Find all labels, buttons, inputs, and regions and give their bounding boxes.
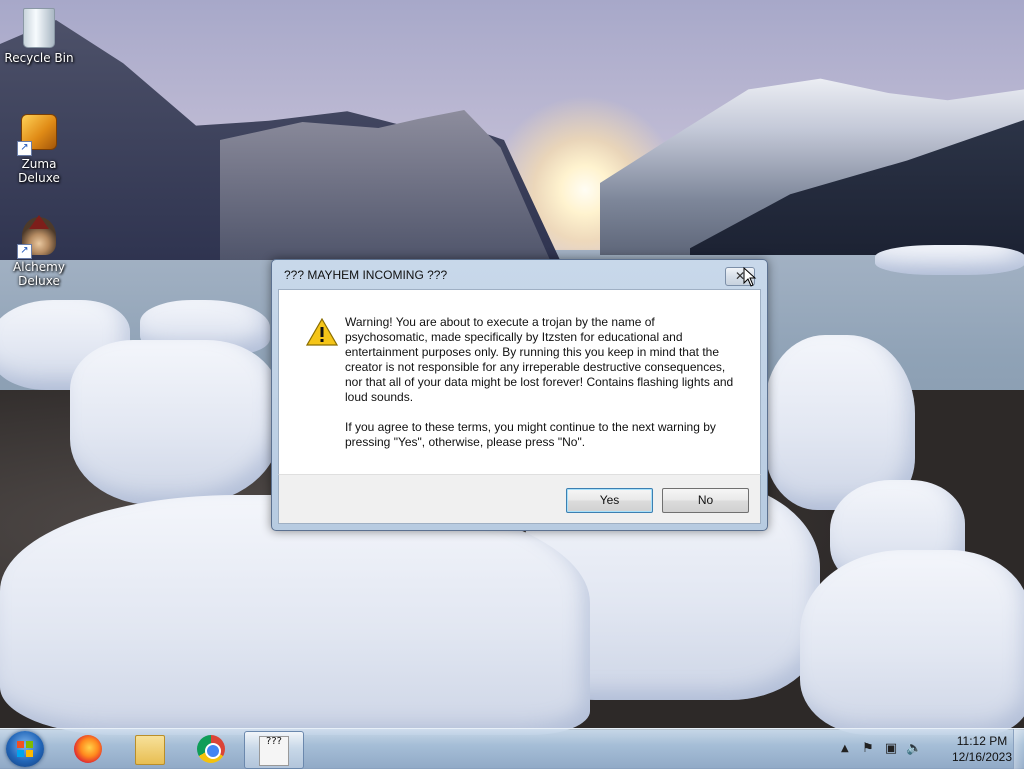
firefox-icon — [74, 735, 102, 763]
desktop-icon-label: Recycle Bin — [4, 51, 74, 65]
dialog-message: Warning! You are about to execute a troj… — [345, 315, 737, 465]
clock-date: 12/16/2023 — [951, 750, 1013, 764]
network-icon[interactable]: ▣ — [883, 741, 899, 757]
ice-floe — [70, 340, 280, 505]
zuma-deluxe-icon: ↗ — [17, 114, 59, 156]
start-button[interactable] — [6, 731, 44, 767]
volume-icon[interactable]: 🔈 — [906, 741, 922, 757]
desktop-icon-recycle-bin[interactable]: Recycle Bin — [1, 8, 77, 65]
desktop-icon-zuma-deluxe[interactable]: ↗ Zuma Deluxe — [1, 111, 77, 185]
warning-icon — [306, 318, 338, 346]
windows-logo-icon — [17, 741, 33, 757]
dialog-message-paragraph: Warning! You are about to execute a troj… — [345, 315, 734, 404]
taskbar-clock[interactable]: 11:12 PM 12/16/2023 — [948, 733, 1016, 765]
recycle-bin-icon — [19, 8, 59, 48]
desktop-icon-label: Alchemy Deluxe — [13, 260, 65, 288]
clock-time: 11:12 PM — [956, 734, 1008, 748]
dialog-button-bar: Yes No — [278, 474, 761, 524]
show-hidden-icons-icon[interactable]: ▲ — [841, 743, 849, 754]
ice-floe — [800, 550, 1024, 735]
shortcut-arrow-icon: ↗ — [17, 141, 32, 156]
show-desktop-button[interactable] — [1013, 729, 1024, 769]
alchemy-deluxe-icon: ↗ — [17, 215, 59, 259]
taskbar-mayhem-app[interactable]: ??? — [244, 731, 304, 769]
ice-floe — [0, 495, 590, 735]
mayhem-app-icon: ??? — [259, 736, 289, 766]
dialog-title: ??? MAYHEM INCOMING ??? — [284, 268, 448, 282]
file-explorer-icon — [135, 735, 165, 765]
taskbar-chrome[interactable] — [183, 731, 239, 767]
desktop-icon-alchemy-deluxe[interactable]: ↗ Alchemy Deluxe — [1, 215, 77, 288]
shortcut-arrow-icon: ↗ — [17, 244, 32, 259]
chrome-icon — [197, 735, 225, 763]
taskbar-firefox[interactable] — [60, 731, 116, 767]
yes-button[interactable]: Yes — [566, 488, 653, 513]
dialog-titlebar[interactable]: ??? MAYHEM INCOMING ??? ✕ — [272, 260, 767, 290]
action-center-flag-icon[interactable]: ⚑ — [860, 741, 876, 757]
mouse-cursor-icon — [743, 267, 757, 287]
desktop-icon-label: Zuma Deluxe — [18, 157, 60, 185]
dialog-message-paragraph: If you agree to these terms, you might c… — [345, 420, 716, 449]
no-button[interactable]: No — [662, 488, 749, 513]
warning-dialog: ??? MAYHEM INCOMING ??? ✕ Warning! You a… — [271, 259, 768, 531]
ice-floe — [875, 245, 1024, 275]
taskbar: ??? ▲ ⚑ ▣ 🔈 11:12 PM 12/16/2023 — [0, 728, 1024, 769]
dialog-body: Warning! You are about to execute a troj… — [278, 289, 761, 475]
taskbar-file-explorer[interactable] — [121, 731, 177, 767]
